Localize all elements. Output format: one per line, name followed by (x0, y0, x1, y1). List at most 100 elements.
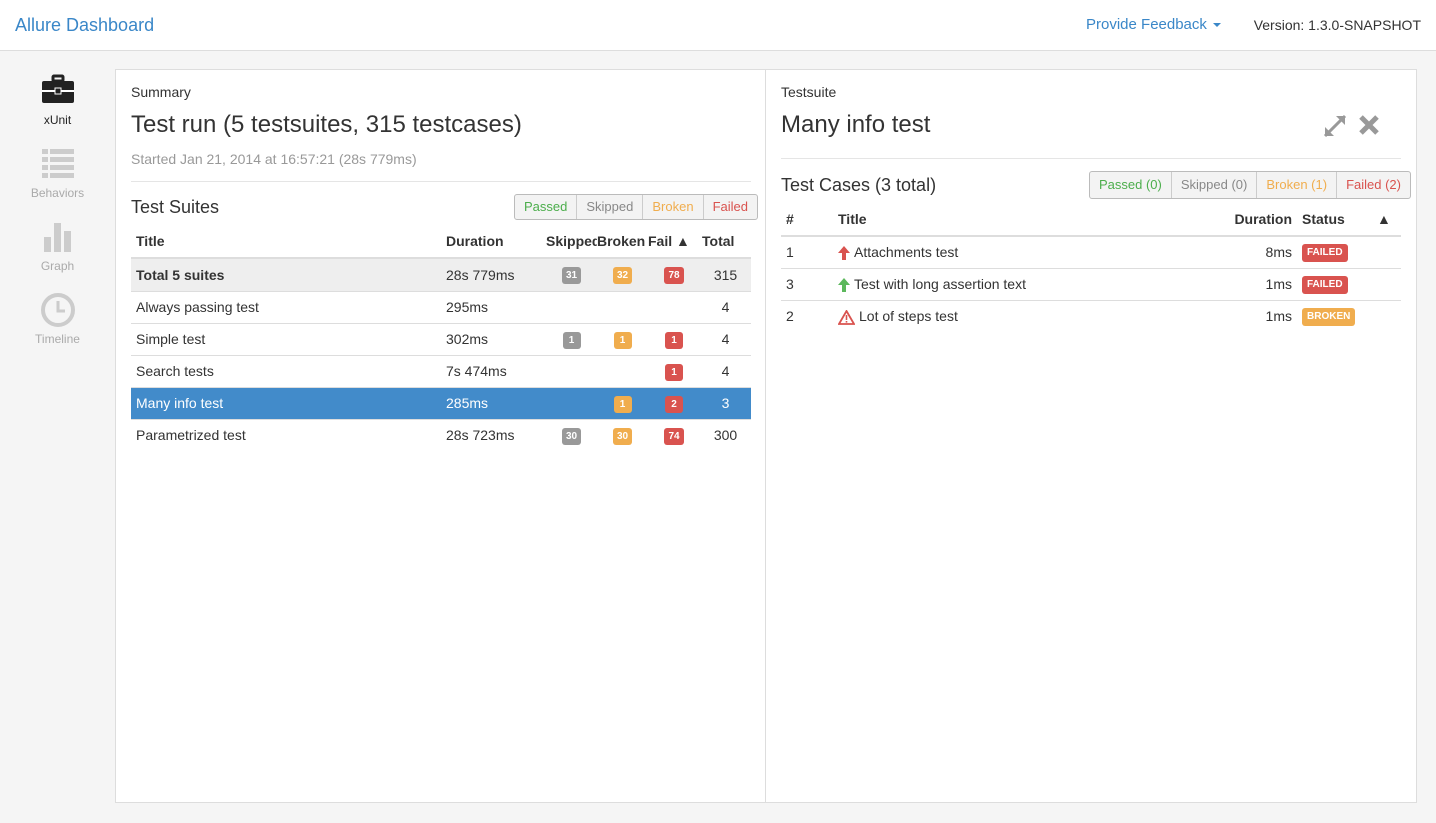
suite-title: Search tests (131, 354, 441, 387)
sidebar-item-label: Timeline (35, 332, 80, 346)
case-number: 1 (781, 235, 833, 268)
table-row[interactable]: 3 Test with long assertion text 1ms FAIL… (781, 267, 1401, 300)
col-number-header[interactable]: # (781, 202, 833, 237)
failed-badge: 74 (664, 427, 684, 445)
table-header-row: Title Duration Skipped Broken Fail ▲ Tot… (131, 224, 751, 259)
col-broken-header[interactable]: Broken (597, 224, 648, 259)
sidebar-item-graph[interactable]: Graph (0, 219, 115, 273)
filter-failed-button[interactable]: Failed (704, 195, 757, 219)
suite-title: Total 5 suites (131, 257, 441, 291)
table-header-row: # Title Duration Status ▲ (781, 202, 1401, 237)
col-fail-header[interactable]: Fail ▲ (648, 224, 700, 259)
table-row-total[interactable]: Total 5 suites 28s 779ms 31 32 78 315 (131, 257, 751, 291)
sidebar-item-behaviors[interactable]: Behaviors (0, 146, 115, 200)
suite-title: Simple test (131, 322, 441, 355)
case-number: 2 (781, 299, 833, 332)
sidebar-item-label: Behaviors (30, 186, 85, 200)
bar-chart-icon (43, 223, 71, 252)
table-row[interactable]: Search tests 7s 474ms 1 4 (131, 354, 751, 387)
briefcase-icon (41, 74, 74, 103)
col-skipped-header[interactable]: Skipped (546, 224, 597, 259)
filter-broken-button[interactable]: Broken (643, 195, 704, 219)
testsuite-pane: Testsuite Many info test Test Cases (3 t… (765, 69, 1417, 803)
table-row[interactable]: Parametrized test 28s 723ms 30 30 74 300 (131, 418, 751, 451)
suite-duration: 7s 474ms (441, 354, 546, 387)
provide-feedback-dropdown[interactable]: Provide Feedback (1086, 16, 1221, 33)
summary-pane: Summary Test run (5 testsuites, 315 test… (115, 69, 766, 803)
broken-badge: 1 (613, 395, 632, 413)
status-badge: BROKEN (1302, 308, 1356, 327)
table-row[interactable]: 2 Lot of steps test 1ms BROKEN (781, 299, 1401, 332)
suite-total: 300 (700, 418, 751, 451)
version-label: Version: 1.3.0-SNAPSHOT (1253, 17, 1421, 33)
status-badge: FAILED (1302, 244, 1348, 263)
failed-badge: 1 (665, 331, 683, 349)
case-filter-group: Passed (0) Skipped (0) Broken (1) Failed… (1089, 171, 1411, 199)
failed-badge: 1 (665, 363, 683, 381)
skipped-badge: 30 (561, 427, 582, 445)
col-total-header[interactable]: Total (700, 224, 751, 259)
broken-badge: 30 (612, 427, 633, 445)
case-title: Attachments test (854, 244, 959, 261)
sidebar: xUnit Behaviors Graph Timeline (0, 51, 115, 823)
case-duration: 1ms (1213, 267, 1297, 300)
arrow-up-red-icon (838, 246, 850, 261)
testsuite-title: Many info test (781, 111, 931, 138)
filter-failed-button[interactable]: Failed (2) (1337, 172, 1410, 198)
col-status-header[interactable]: Status (1297, 202, 1377, 237)
case-title: Test with long assertion text (854, 275, 1026, 292)
suite-title: Parametrized test (131, 418, 441, 451)
expand-icon[interactable] (1322, 113, 1348, 139)
table-row[interactable]: Simple test 302ms 1 1 1 4 (131, 322, 751, 355)
divider (131, 181, 751, 182)
table-row[interactable]: 1 Attachments test 8ms FAILED (781, 235, 1401, 268)
failed-badge: 2 (665, 395, 683, 413)
test-cases-table: # Title Duration Status ▲ 1 Attachments … (781, 202, 1401, 332)
broken-badge: 1 (613, 331, 632, 349)
filter-broken-button[interactable]: Broken (1) (1257, 172, 1338, 198)
case-duration: 1ms (1213, 299, 1297, 332)
suite-duration: 28s 723ms (441, 418, 546, 451)
suite-duration: 285ms (441, 386, 546, 419)
col-duration-header[interactable]: Duration (441, 224, 546, 259)
col-title-header[interactable]: Title (131, 224, 441, 259)
table-row-selected[interactable]: Many info test 285ms 1 2 3 (131, 386, 751, 419)
filter-passed-button[interactable]: Passed (0) (1090, 172, 1172, 198)
close-icon[interactable] (1358, 114, 1380, 136)
case-number: 3 (781, 267, 833, 300)
suite-duration: 28s 779ms (441, 257, 546, 291)
test-run-title: Test run (5 testsuites, 315 testcases) (131, 111, 522, 138)
sidebar-item-label: Graph (40, 259, 75, 273)
col-duration-header[interactable]: Duration (1213, 202, 1297, 237)
sort-asc-icon[interactable]: ▲ (1377, 202, 1401, 237)
filter-skipped-button[interactable]: Skipped (577, 195, 644, 219)
test-suites-title: Test Suites (131, 197, 220, 217)
col-title-header[interactable]: Title (833, 202, 1213, 237)
skipped-badge: 31 (561, 267, 582, 285)
test-cases-title: Test Cases (3 total) (781, 175, 937, 195)
suite-title: Always passing test (131, 290, 441, 323)
suite-filter-group: Passed Skipped Broken Failed (514, 194, 758, 220)
suite-total: 315 (700, 257, 751, 291)
summary-heading: Summary (131, 84, 191, 100)
arrow-up-green-icon (838, 278, 850, 293)
broken-badge: 32 (612, 267, 633, 285)
failed-badge: 78 (664, 267, 684, 285)
case-title: Lot of steps test (859, 307, 958, 324)
filter-passed-button[interactable]: Passed (515, 195, 578, 219)
table-row[interactable]: Always passing test 295ms 4 (131, 290, 751, 323)
test-suites-table: Title Duration Skipped Broken Fail ▲ Tot… (131, 224, 751, 451)
suite-duration: 302ms (441, 322, 546, 355)
caret-down-icon (1212, 23, 1221, 28)
suite-total: 3 (700, 386, 751, 419)
sidebar-item-xunit[interactable]: xUnit (0, 73, 115, 127)
suite-total: 4 (700, 354, 751, 387)
suite-total: 4 (700, 322, 751, 355)
brand-link[interactable]: Allure Dashboard (15, 15, 154, 36)
list-icon (41, 149, 74, 178)
filter-skipped-button[interactable]: Skipped (0) (1172, 172, 1258, 198)
started-info: Started Jan 21, 2014 at 16:57:21 (28s 77… (131, 151, 417, 167)
suite-duration: 295ms (441, 290, 546, 323)
sidebar-item-timeline[interactable]: Timeline (0, 292, 115, 346)
warning-icon (838, 309, 855, 325)
